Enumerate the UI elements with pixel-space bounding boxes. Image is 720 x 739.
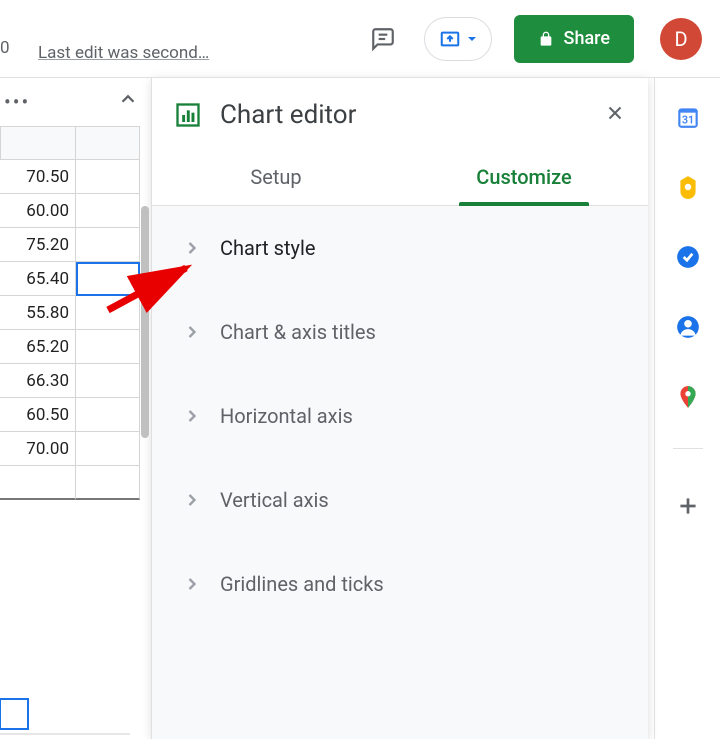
cell[interactable] bbox=[76, 466, 140, 500]
section-horizontal-axis[interactable]: Horizontal axis bbox=[152, 374, 648, 458]
panel-title: Chart editor bbox=[220, 100, 586, 130]
tab-setup[interactable]: Setup bbox=[152, 148, 400, 205]
column-header[interactable] bbox=[0, 126, 76, 160]
contacts-icon[interactable] bbox=[675, 314, 701, 340]
section-chart-axis-titles[interactable]: Chart & axis titles bbox=[152, 290, 648, 374]
chevron-right-icon bbox=[182, 238, 202, 258]
cell[interactable]: 55.80 bbox=[0, 296, 76, 330]
present-dropdown-button[interactable] bbox=[424, 17, 492, 61]
divider bbox=[673, 448, 703, 449]
section-label: Chart style bbox=[220, 236, 315, 260]
cell[interactable]: 70.50 bbox=[0, 160, 76, 194]
present-icon bbox=[439, 28, 461, 50]
section-label: Horizontal axis bbox=[220, 404, 353, 428]
cell[interactable] bbox=[76, 228, 140, 262]
tab-label: Setup bbox=[250, 165, 301, 189]
section-label: Vertical axis bbox=[220, 488, 329, 512]
comment-history-button[interactable] bbox=[360, 16, 406, 62]
close-panel-button[interactable] bbox=[604, 102, 626, 128]
account-avatar[interactable]: D bbox=[660, 18, 702, 60]
chart-logo-icon bbox=[174, 101, 202, 129]
chevron-right-icon bbox=[182, 406, 202, 426]
share-button[interactable]: Share bbox=[514, 15, 634, 63]
truncated-label: 0 bbox=[0, 38, 10, 58]
selected-cell[interactable] bbox=[76, 262, 140, 296]
section-label: Chart & axis titles bbox=[220, 320, 376, 344]
comment-icon bbox=[370, 26, 396, 52]
chart-preview-fragment bbox=[0, 659, 130, 739]
add-addon-icon[interactable] bbox=[675, 493, 701, 519]
tab-customize[interactable]: Customize bbox=[400, 148, 648, 205]
chevron-up-icon bbox=[117, 88, 139, 110]
keep-icon[interactable] bbox=[675, 174, 701, 200]
side-panel: 31 bbox=[654, 78, 720, 739]
cell[interactable] bbox=[0, 466, 76, 500]
svg-text:31: 31 bbox=[681, 114, 693, 127]
collapse-toolbar-button[interactable] bbox=[117, 88, 139, 115]
section-gridlines-ticks[interactable]: Gridlines and ticks bbox=[152, 542, 648, 626]
maps-icon[interactable] bbox=[675, 384, 701, 410]
chevron-right-icon bbox=[182, 574, 202, 594]
dropdown-caret-icon bbox=[467, 34, 477, 44]
cell[interactable]: 75.20 bbox=[0, 228, 76, 262]
vertical-scrollbar[interactable] bbox=[141, 206, 149, 438]
share-label: Share bbox=[564, 28, 610, 49]
cell[interactable] bbox=[76, 194, 140, 228]
close-icon bbox=[604, 102, 626, 124]
last-edit-link[interactable]: Last edit was second… bbox=[38, 43, 209, 63]
cell[interactable]: 66.30 bbox=[0, 364, 76, 398]
chart-editor-panel: Chart editor Setup Customize Chart style… bbox=[152, 78, 648, 739]
column-header-green[interactable] bbox=[76, 126, 140, 160]
avatar-letter: D bbox=[674, 27, 687, 51]
cell[interactable]: 60.50 bbox=[0, 398, 76, 432]
tasks-icon[interactable] bbox=[675, 244, 701, 270]
cell[interactable] bbox=[76, 296, 140, 330]
chevron-right-icon bbox=[182, 322, 202, 342]
section-vertical-axis[interactable]: Vertical axis bbox=[152, 458, 648, 542]
lock-icon bbox=[538, 31, 554, 47]
cell[interactable]: 65.20 bbox=[0, 330, 76, 364]
cell[interactable] bbox=[76, 364, 140, 398]
section-chart-style[interactable]: Chart style bbox=[152, 206, 648, 290]
section-label: Gridlines and ticks bbox=[220, 572, 384, 596]
toolbar-overflow[interactable]: ••• bbox=[4, 90, 30, 114]
cell[interactable] bbox=[76, 160, 140, 194]
cell[interactable]: 60.00 bbox=[0, 194, 76, 228]
cell[interactable]: 65.40 bbox=[0, 262, 76, 296]
cell[interactable] bbox=[76, 398, 140, 432]
spreadsheet-area[interactable]: ••• 70.50 60.00 75.20 65.40 55.80 65.20 … bbox=[0, 78, 152, 739]
cell[interactable] bbox=[76, 432, 140, 466]
calendar-icon[interactable]: 31 bbox=[675, 104, 701, 130]
cell[interactable] bbox=[76, 330, 140, 364]
chevron-right-icon bbox=[182, 490, 202, 510]
tab-label: Customize bbox=[476, 165, 571, 189]
cell[interactable]: 70.00 bbox=[0, 432, 76, 466]
